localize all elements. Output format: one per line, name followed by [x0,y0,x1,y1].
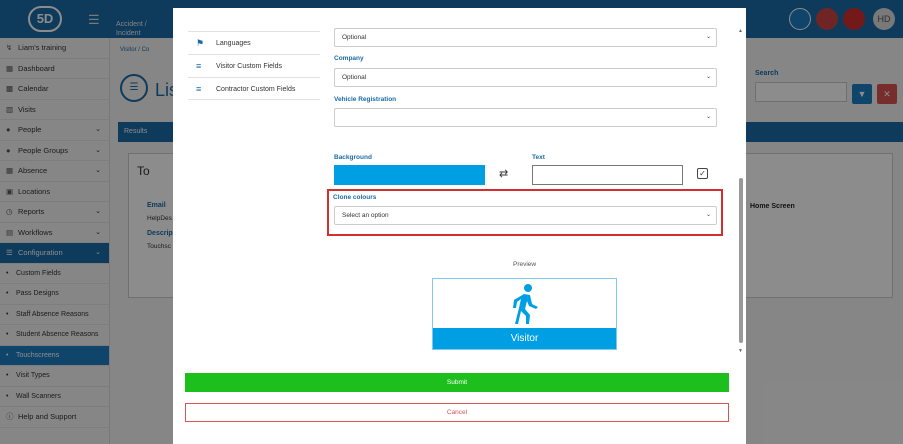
scroll-up-icon[interactable]: ▲ [738,28,743,34]
nav-item-contractor-custom-fields[interactable]: ≡ Contractor Custom Fields [188,77,320,100]
walking-person-icon [433,279,618,329]
cancel-button[interactable]: Cancel [185,403,729,422]
background-color-label: Background [334,154,372,161]
checkbox-icon[interactable]: ✓ [697,168,708,179]
nav-item-languages[interactable]: ⚑ Languages [188,31,320,54]
checklist-icon: ≡ [196,61,202,71]
chevron-down-icon: ⌄ [705,74,711,80]
vehicle-registration-select[interactable]: ⌄ [334,108,717,127]
background-color-picker[interactable] [334,165,485,185]
checklist-icon: ≡ [196,84,202,94]
modal-section-nav: ⚑ Languages ≡ Visitor Custom Fields ≡ Co… [188,31,320,100]
scrollbar-thumb[interactable] [739,178,743,343]
swap-colors-icon[interactable]: ⇄ [499,167,508,180]
submit-button[interactable]: Submit [185,373,729,392]
preview-label: Preview [513,261,537,268]
chevron-down-icon: ⌄ [705,212,711,218]
preview-visitor-button: Visitor [433,328,616,349]
company-label: Company [334,55,364,62]
chevron-down-icon: ⌄ [705,114,711,120]
chevron-down-icon: ⌄ [705,34,711,40]
flag-icon: ⚑ [196,38,205,48]
clone-colours-label: Clone colours [333,194,377,201]
nav-item-visitor-custom-fields[interactable]: ≡ Visitor Custom Fields [188,54,320,77]
text-color-label: Text [532,154,545,161]
modal-scrollbar[interactable]: ▲ ▼ [738,28,744,354]
company-select[interactable]: Optional ⌄ [334,68,717,87]
vehicle-registration-label: Vehicle Registration [334,96,397,103]
clone-colours-select[interactable]: Select an option ⌄ [334,206,717,225]
text-color-picker[interactable] [532,165,683,185]
preview-card: Visitor [432,278,617,350]
optional-field-select[interactable]: Optional ⌄ [334,28,717,47]
scroll-down-icon[interactable]: ▼ [738,348,743,354]
